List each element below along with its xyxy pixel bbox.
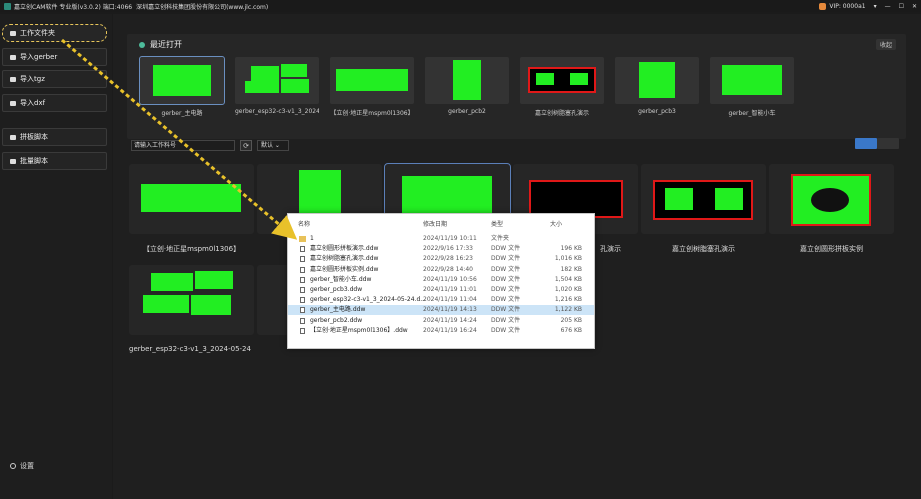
drag-arrow bbox=[61, 38, 298, 240]
